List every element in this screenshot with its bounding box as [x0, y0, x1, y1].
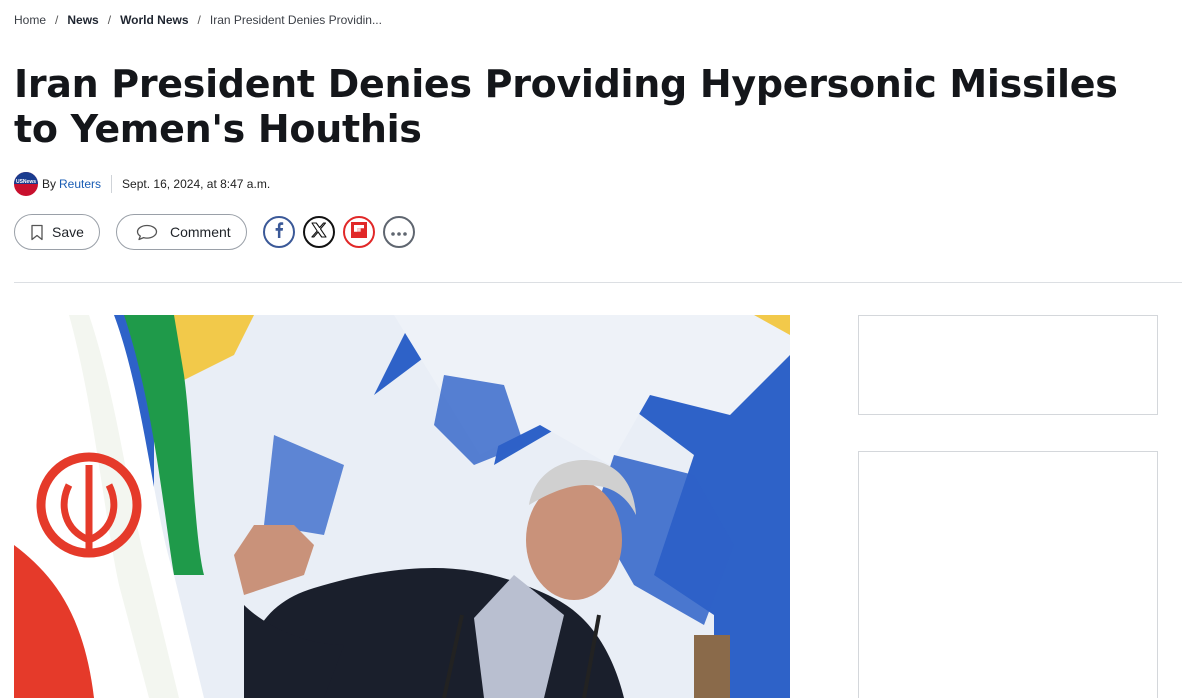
- breadcrumb: Home / News / World News / Iran Presiden…: [14, 13, 382, 27]
- breadcrumb-world-news[interactable]: World News: [120, 13, 188, 27]
- x-icon: [311, 221, 327, 243]
- publisher-logo-text: USNews: [15, 179, 36, 185]
- more-share-button[interactable]: [383, 216, 415, 248]
- breadcrumb-current: Iran President Denies Providin...: [209, 13, 382, 27]
- article-actions: Save Comment: [14, 214, 423, 250]
- author-link[interactable]: Reuters: [59, 177, 101, 191]
- more-icon: [391, 223, 407, 241]
- breadcrumb-home[interactable]: Home: [14, 13, 46, 27]
- sidebar-ad-slot: [858, 451, 1158, 698]
- byline-divider: [111, 175, 113, 193]
- article-hero-image[interactable]: [14, 315, 790, 698]
- flipboard-icon: [351, 221, 367, 243]
- speech-bubble-icon: [136, 224, 158, 241]
- save-label: Save: [52, 224, 84, 240]
- breadcrumb-separator: /: [197, 13, 201, 27]
- section-divider: [14, 282, 1182, 283]
- bookmark-icon: [30, 224, 44, 241]
- byline: USNews By Reuters Sept. 16, 2024, at 8:4…: [14, 172, 270, 196]
- share-buttons: [263, 216, 423, 248]
- breadcrumb-separator: /: [55, 13, 59, 27]
- article-title: Iran President Denies Providing Hyperson…: [14, 62, 1118, 151]
- breadcrumb-separator: /: [107, 13, 112, 27]
- save-button[interactable]: Save: [14, 214, 100, 250]
- byline-prefix: By: [42, 177, 57, 191]
- share-flipboard-button[interactable]: [343, 216, 375, 248]
- share-x-button[interactable]: [303, 216, 335, 248]
- comment-button[interactable]: Comment: [116, 214, 247, 250]
- publisher-logo: USNews: [14, 172, 38, 196]
- comment-label: Comment: [170, 224, 231, 240]
- share-facebook-button[interactable]: [263, 216, 295, 248]
- publish-date: Sept. 16, 2024, at 8:47 a.m.: [122, 177, 271, 191]
- breadcrumb-news[interactable]: News: [67, 13, 98, 27]
- sidebar-ad-slot: [858, 315, 1158, 415]
- facebook-icon: [274, 221, 284, 243]
